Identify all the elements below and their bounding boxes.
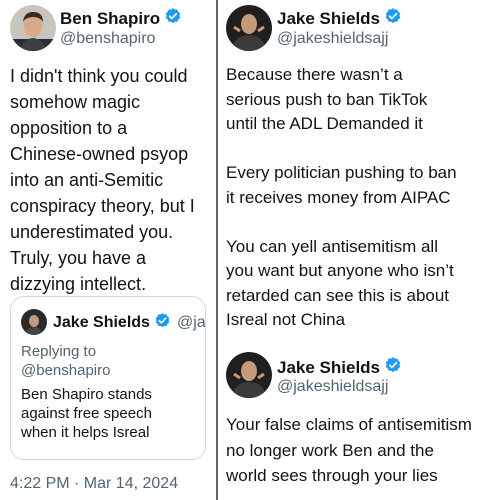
tweet-text-line: Truly, you have a [10,248,147,268]
tweet-text-line: I didn't think you could [10,66,188,86]
ben-shapiro-avatar[interactable] [10,5,56,51]
tweet-text-line: world sees through your lies [226,466,438,485]
quoted-author-name: Jake Shields [53,314,150,331]
replying-to-block: Replying to @benshapiro [21,342,110,380]
right-tweet-body-1: Because there wasn’t a serious push to b… [226,63,457,333]
tweet-text-line: Your false claims of antisemitism [226,415,472,434]
verified-badge-icon [384,356,402,379]
quoted-tweet-body: Ben Shapiro stands against free speech w… [21,385,152,442]
right-author-name-1[interactable]: Jake Shields [277,9,380,29]
tweet-text-line: Ben Shapiro stands [21,386,152,403]
tweet-text-line: conspiracy theory, but I [10,196,195,216]
right-author-row-2: Jake Shields [277,356,402,379]
right-tweets-panel: Jake Shields @jakeshieldsajj Because the… [218,0,497,500]
tweet-text-line: it receives money from AIPAC [226,187,451,207]
tweet-text-line: You can yell antisemitism all [226,236,438,256]
tweet-text-line: Chinese-owned psyop [10,144,189,164]
tweet-text-line: Every politician pushing to ban [226,163,457,182]
right-author-row-1: Jake Shields [277,7,402,30]
tweet-timestamp[interactable]: 4:22 PM · Mar 14, 2024 [10,475,178,493]
right-author-name-2[interactable]: Jake Shields [277,358,380,378]
left-tweet-panel: Ben Shapiro @benshapiro I didn't think y… [0,0,216,500]
quoted-author-row: Jake Shields @ja [53,312,206,334]
left-tweet-body: I didn't think you could somehow magic o… [10,63,195,297]
quoted-author-avatar [21,309,47,335]
tweet-text-line: Because there wasn’t a [226,65,403,84]
verified-badge-icon [154,312,171,334]
quoted-author-handle: @ja [176,314,206,331]
tweet-text-line: until the ADL Demanded it [226,114,423,133]
tweet-text-line: no longer work Ben and the [226,440,434,460]
right-tweet-body-2: Your false claims of antisemitism no lon… [226,412,472,489]
tweet-text-line: Isreal not China [226,310,346,329]
verified-badge-icon [164,7,182,30]
tweet-text-line: serious push to ban TikTok [226,89,428,109]
tweet-text-line: you want but anyone who isn’t [226,261,454,280]
tweet-text-line: when it helps Isreal [21,424,150,441]
quoted-tweet-card[interactable]: Jake Shields @ja Replying to @benshapiro… [10,296,206,460]
tweet-text-line: against free speech [21,405,152,422]
left-author-name[interactable]: Ben Shapiro [60,9,160,29]
tweet-text-line: somehow magic [10,92,141,112]
right-author-handle-1[interactable]: @jakeshieldsajj [277,30,388,48]
jake-shields-avatar[interactable] [226,5,272,51]
left-author-row: Ben Shapiro [60,7,182,30]
tweet-text-line: underestimated you. [10,222,174,242]
jake-shields-avatar[interactable] [226,352,272,398]
left-author-handle[interactable]: @benshapiro [60,30,155,48]
verified-badge-icon [384,7,402,30]
tweet-text-line: into an anti-Semitic [10,170,164,190]
tweet-text-line: dizzying intellect. [10,274,147,294]
replying-to-label: Replying to [21,343,97,360]
tweet-text-line: opposition to a [10,118,128,138]
tweet-text-line: retarded can see this is about [226,285,450,305]
replying-to-handle[interactable]: @benshapiro [21,361,110,380]
right-author-handle-2[interactable]: @jakeshieldsajj [277,378,388,396]
